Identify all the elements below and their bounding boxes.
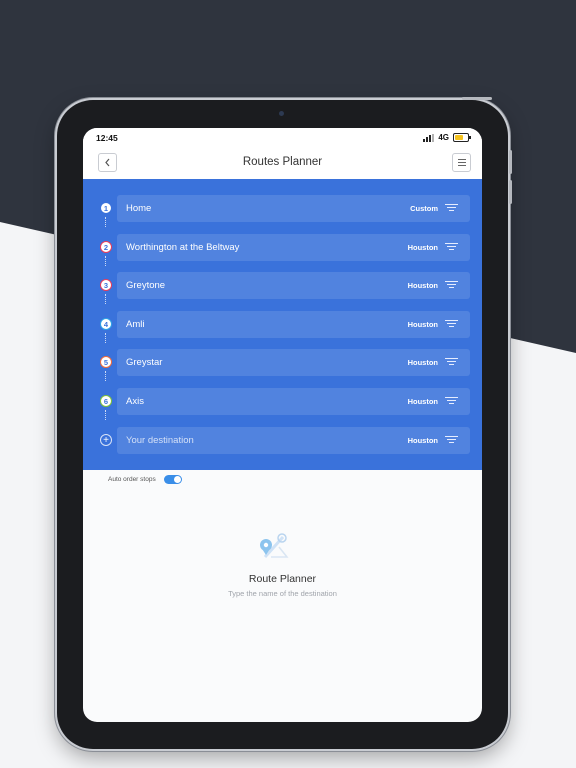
navigation-bar: Routes Planner xyxy=(83,148,482,179)
battery-icon xyxy=(453,133,471,142)
destination-input[interactable]: Your destination Houston xyxy=(117,427,470,454)
stop-number-badge: 5 xyxy=(100,356,112,368)
stop-field[interactable]: Worthington at the Beltway Houston xyxy=(117,234,470,261)
stop-city-selector[interactable]: Houston xyxy=(408,243,438,252)
destination-city-selector[interactable]: Houston xyxy=(408,436,438,445)
connector-dots xyxy=(105,256,108,266)
stop-row: 1 Home Custom xyxy=(83,195,482,222)
stop-field[interactable]: Greystar Houston xyxy=(117,349,470,376)
stop-number-badge: 4 xyxy=(100,318,112,330)
empty-state-subtitle: Type the name of the destination xyxy=(228,589,337,598)
signal-icon xyxy=(423,133,435,142)
stop-name: Worthington at the Beltway xyxy=(126,242,240,253)
stop-name: Amli xyxy=(126,319,145,330)
connector-dots xyxy=(105,410,108,420)
stop-city-selector[interactable]: Houston xyxy=(408,281,438,290)
route-map-pin-icon xyxy=(260,533,289,559)
filter-icon[interactable] xyxy=(445,397,458,406)
auto-order-toggle[interactable] xyxy=(164,475,182,484)
hamburger-menu-icon xyxy=(457,159,466,160)
stop-row: 2 Worthington at the Beltway Houston xyxy=(83,234,482,261)
stop-name: Greytone xyxy=(126,280,166,291)
add-stop-icon[interactable]: + xyxy=(100,434,112,446)
status-bar: 12:45 4G xyxy=(83,128,482,148)
volume-down-button xyxy=(509,180,512,204)
stop-name: Home xyxy=(126,203,152,214)
connector-dots xyxy=(105,217,108,227)
stop-number-badge: 6 xyxy=(100,395,112,407)
filter-icon[interactable] xyxy=(445,436,458,445)
destination-row: + Your destination Houston xyxy=(83,427,482,454)
stop-name: Greystar xyxy=(126,357,163,368)
stop-city-selector[interactable]: Houston xyxy=(408,358,438,367)
stop-city-selector[interactable]: Houston xyxy=(408,397,438,406)
toggle-knob xyxy=(174,476,181,483)
filter-icon[interactable] xyxy=(445,320,458,329)
filter-icon[interactable] xyxy=(445,281,458,290)
stop-field[interactable]: Greytone Houston xyxy=(117,272,470,299)
stop-field[interactable]: Home Custom xyxy=(117,195,470,222)
stop-field[interactable]: Amli Houston xyxy=(117,311,470,338)
network-type: 4G xyxy=(438,133,449,142)
tablet-frame: 12:45 4G Routes Planner 1 Home Custom 2 Wort… xyxy=(57,97,512,749)
connector-dots xyxy=(105,371,108,381)
page-title: Routes Planner xyxy=(242,156,323,168)
destination-placeholder: Your destination xyxy=(126,435,194,446)
stop-name: Axis xyxy=(126,396,144,407)
filter-icon[interactable] xyxy=(445,243,458,252)
front-camera xyxy=(279,111,284,116)
stop-row: 6 Axis Houston xyxy=(83,388,482,415)
stop-field[interactable]: Axis Houston xyxy=(117,388,470,415)
power-button xyxy=(462,97,492,100)
filter-icon[interactable] xyxy=(445,204,458,213)
auto-order-label: Auto order stops xyxy=(108,476,156,483)
stop-city-selector[interactable]: Custom xyxy=(410,204,438,213)
stop-row: 3 Greytone Houston xyxy=(83,272,482,299)
connector-dots xyxy=(105,333,108,343)
volume-up-button xyxy=(509,150,512,174)
auto-order-row: Auto order stops xyxy=(83,470,482,490)
stop-number-badge: 2 xyxy=(100,241,112,253)
stop-row: 5 Greystar Houston xyxy=(83,349,482,376)
stop-number-badge: 3 xyxy=(100,279,112,291)
status-time: 12:45 xyxy=(96,133,118,143)
filter-icon[interactable] xyxy=(445,358,458,367)
stop-row: 4 Amli Houston xyxy=(83,311,482,338)
empty-state-title: Route Planner xyxy=(248,573,317,585)
stops-panel: 1 Home Custom 2 Worthington at the Beltway Ho… xyxy=(83,179,482,470)
stop-number-badge: 1 xyxy=(100,202,112,214)
app-screen: 12:45 4G Routes Planner 1 Home Custom 2 Wort… xyxy=(83,128,482,722)
stop-city-selector[interactable]: Houston xyxy=(408,320,438,329)
menu-button[interactable] xyxy=(452,153,471,172)
connector-dots xyxy=(105,294,108,304)
